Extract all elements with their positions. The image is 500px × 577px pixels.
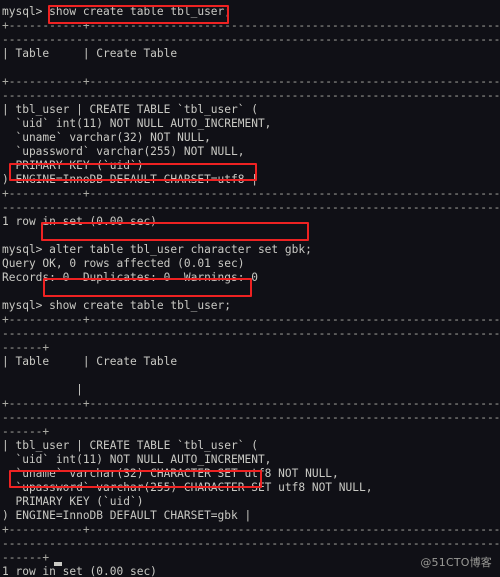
terminal-line: `uname` varchar(32) NOT NULL, [2,131,211,144]
terminal-line: +-----------+---------------------------… [2,19,500,32]
terminal-line: | [2,383,83,396]
terminal-line: Query OK, 0 rows affected (0.01 sec) [2,257,245,270]
terminal-screen[interactable]: mysql> show create table tbl_user; +-----… [2,5,500,577]
mysql-terminal-window[interactable]: mysql> show create table tbl_user; +-----… [0,0,500,577]
terminal-line: +-----------+---------------------------… [2,75,500,88]
terminal-line: ----------------------------------------… [2,537,500,550]
terminal-line: | Table | Create Table [2,355,178,368]
terminal-cursor [54,562,62,566]
terminal-line: Records: 0 Duplicates: 0 Warnings: 0 [2,271,258,284]
terminal-line: ----------------------------------------… [2,89,500,102]
terminal-line: mysql> show create table tbl_user; [2,5,232,18]
terminal-line: ----------------------------------------… [2,327,500,340]
terminal-line: ----------------------------------------… [2,201,500,214]
terminal-line: ----------------------------------------… [2,33,500,46]
terminal-line: | tbl_user | CREATE TABLE `tbl_user` ( [2,103,258,116]
terminal-line: `upassword` varchar(255) NOT NULL, [2,145,245,158]
terminal-line: ------+ [2,341,50,354]
terminal-line: | tbl_user | CREATE TABLE `tbl_user` ( [2,439,258,452]
terminal-line: +-----------+---------------------------… [2,313,500,326]
watermark: @51CTO博客 [420,556,492,569]
terminal-line: ) ENGINE=InnoDB DEFAULT CHARSET=utf8 | [2,173,258,186]
terminal-line: ------+ [2,425,50,438]
terminal-line: `uid` int(11) NOT NULL AUTO_INCREMENT, [2,453,272,466]
terminal-line: `upassword` varchar(255) CHARACTER SET u… [2,481,373,494]
terminal-line: PRIMARY KEY (`uid`) [2,159,144,172]
terminal-line: | Table | Create Table [2,47,178,60]
terminal-line: +-----------+---------------------------… [2,397,500,410]
terminal-line: +-----------+---------------------------… [2,187,500,200]
terminal-line: PRIMARY KEY (`uid`) [2,495,144,508]
terminal-line: `uname` varchar(32) CHARACTER SET utf8 N… [2,467,339,480]
terminal-line: mysql> show create table tbl_user; [2,299,232,312]
terminal-line: mysql> alter table tbl_user character se… [2,243,312,256]
terminal-line: ----------------------------------------… [2,411,500,424]
terminal-line: +-----------+---------------------------… [2,523,500,536]
terminal-line: `uid` int(11) NOT NULL AUTO_INCREMENT, [2,117,272,130]
terminal-line: ) ENGINE=InnoDB DEFAULT CHARSET=gbk | [2,509,252,522]
terminal-line: 1 row in set (0.00 sec) [2,215,157,228]
